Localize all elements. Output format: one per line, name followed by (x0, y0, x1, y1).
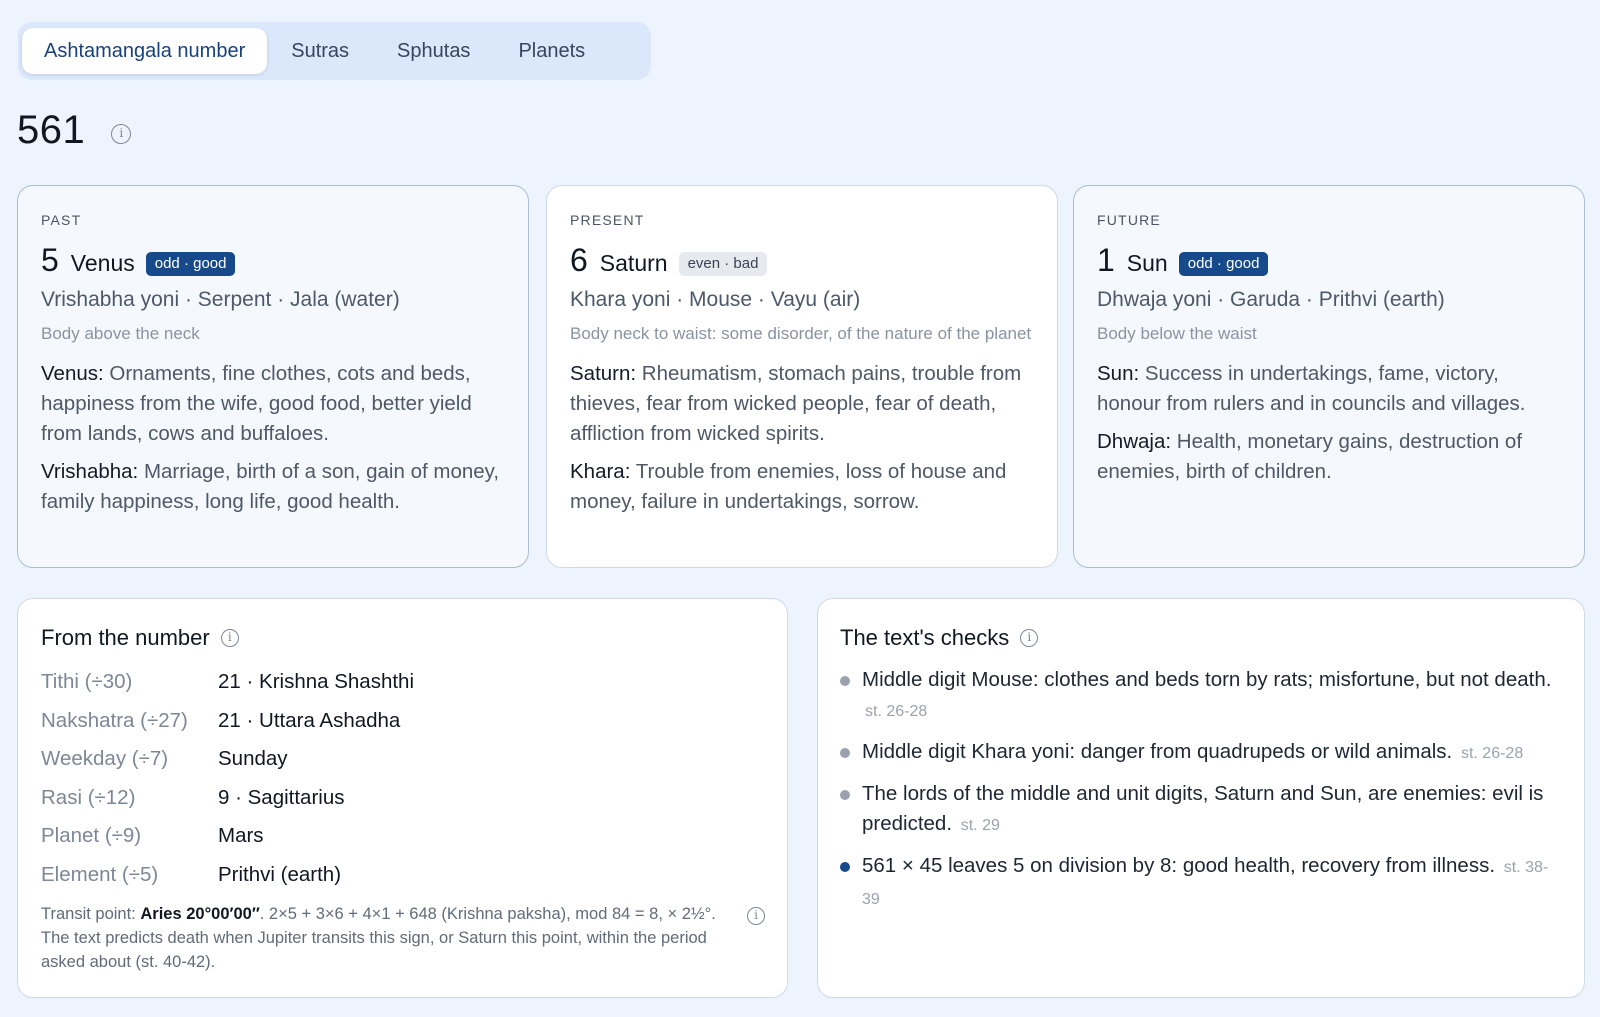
table-row: Rasi (÷12) 9 · Sagittarius (41, 779, 765, 818)
row-value: 21 · Krishna Shashthi (218, 670, 415, 694)
desc-key: Saturn: (570, 362, 637, 385)
period-label: FUTURE (1097, 212, 1161, 228)
body-line: Body neck to waist: some disorder, of th… (570, 324, 1032, 343)
body-line: Body below the waist (1097, 324, 1257, 343)
list-item: The lords of the middle and unit digits,… (840, 779, 1562, 841)
yoni-description: Khara: Trouble from enemies, loss of hou… (570, 457, 1035, 517)
bullet-dot-icon (840, 790, 850, 800)
planet-description: Venus: Ornaments, fine clothes, cots and… (41, 359, 506, 449)
bullet-dot-icon (840, 748, 850, 758)
digit: 6 (570, 242, 588, 278)
transit-text: Transit point: Aries 20°00′00″. 2×5 + 3×… (41, 902, 729, 974)
list-item: 561 × 45 leaves 5 on division by 8: good… (840, 851, 1562, 915)
number-header: 561 i (17, 108, 132, 153)
section-title-text: From the number (41, 625, 210, 650)
desc-key: Sun: (1097, 362, 1140, 385)
transit-note: Transit point: Aries 20°00′00″. 2×5 + 3×… (41, 902, 765, 974)
desc-key: Dhwaja: (1097, 430, 1172, 453)
digit: 5 (41, 242, 59, 278)
tab-planets[interactable]: Planets (494, 28, 609, 74)
tab-sphutas[interactable]: Sphutas (373, 28, 494, 74)
check-text: Middle digit Mouse: clothes and beds tor… (862, 668, 1552, 691)
list-item: Middle digit Khara yoni: danger from qua… (840, 737, 1562, 769)
info-icon[interactable]: i (747, 907, 765, 925)
planet-line: 6 Saturn even · bad (570, 242, 1035, 279)
row-value: Mars (218, 824, 264, 848)
yoni-line: Khara yoni · Mouse · Vayu (air) (570, 288, 861, 311)
transit-prefix: Transit point: (41, 905, 141, 923)
yoni-line: Dhwaja yoni · Garuda · Prithvi (earth) (1097, 288, 1445, 311)
stanza-ref: st. 26-28 (1460, 745, 1524, 762)
ashtamangala-number: 561 (17, 108, 86, 152)
section-title: The text's checks i (840, 625, 1562, 651)
desc-key: Khara: (570, 460, 631, 483)
derived-values-table: Tithi (÷30) 21 · Krishna Shashthi Nakshat… (41, 663, 765, 894)
status-badge: odd · good (145, 252, 236, 276)
row-key: Tithi (÷30) (41, 670, 133, 694)
bullet-dot-icon (840, 676, 850, 686)
future-card: FUTURE 1 Sun odd · good Dhwaja yoni · Ga… (1073, 185, 1585, 568)
planet-line: 5 Venus odd · good (41, 242, 506, 279)
section-title: From the number i (41, 625, 765, 651)
check-text: Middle digit Khara yoni: danger from qua… (862, 740, 1453, 763)
checks-card: The text's checks i Middle digit Mouse: … (817, 598, 1585, 998)
planet-name: Saturn (599, 250, 668, 276)
tab-bar: Ashtamangala number Sutras Sphutas Plane… (18, 22, 651, 80)
desc-key: Venus: (41, 362, 104, 385)
info-icon[interactable]: i (220, 629, 239, 647)
table-row: Weekday (÷7) Sunday (41, 740, 765, 779)
check-text: 561 × 45 leaves 5 on division by 8: good… (862, 854, 1496, 877)
yoni-description: Dhwaja: Health, monetary gains, destruct… (1097, 427, 1562, 487)
planet-line: 1 Sun odd · good (1097, 242, 1562, 279)
stanza-ref: st. 29 (960, 817, 1000, 834)
desc-text: Rheumatism, stomach pains, trouble from … (570, 362, 1022, 445)
status-badge: even · bad (678, 252, 768, 276)
table-row: Planet (÷9) Mars (41, 817, 765, 856)
planet-description: Saturn: Rheumatism, stomach pains, troub… (570, 359, 1035, 449)
yoni-description: Vrishabha: Marriage, birth of a son, gai… (41, 457, 506, 517)
stanza-ref: st. 26-28 (865, 703, 928, 720)
row-key: Nakshatra (÷27) (41, 708, 188, 732)
row-key: Element (÷5) (41, 862, 159, 886)
section-title-text: The text's checks (840, 625, 1010, 650)
info-icon[interactable]: i (1020, 629, 1039, 647)
present-card: PRESENT 6 Saturn even · bad Khara yoni ·… (546, 185, 1058, 568)
planet-name: Venus (70, 250, 135, 276)
period-label: PAST (41, 212, 82, 228)
table-row: Nakshatra (÷27) 21 · Uttara Ashadha (41, 702, 765, 741)
table-row: Element (÷5) Prithvi (earth) (41, 856, 765, 895)
row-key: Rasi (÷12) (41, 785, 136, 809)
row-value: 9 · Sagittarius (218, 785, 345, 809)
past-card: PAST 5 Venus odd · good Vrishabha yoni ·… (17, 185, 529, 568)
tab-sutras[interactable]: Sutras (267, 28, 373, 74)
desc-text: Ornaments, fine clothes, cots and beds, … (41, 362, 472, 445)
list-item: Middle digit Mouse: clothes and beds tor… (840, 665, 1562, 727)
from-number-card: From the number i Tithi (÷30) 21 · Krishn… (17, 598, 788, 998)
status-badge: odd · good (1178, 252, 1269, 276)
planet-name: Sun (1126, 250, 1168, 276)
checks-list: Middle digit Mouse: clothes and beds tor… (840, 665, 1562, 915)
row-value: 21 · Uttara Ashadha (218, 708, 401, 732)
transit-point: Aries 20°00′00″ (140, 905, 260, 923)
row-key: Planet (÷9) (41, 824, 142, 848)
body-line: Body above the neck (41, 324, 200, 343)
row-value: Sunday (218, 747, 288, 771)
tab-ashtamangala-number[interactable]: Ashtamangala number (22, 28, 268, 74)
info-icon[interactable]: i (111, 123, 132, 144)
desc-key: Vrishabha: (41, 460, 139, 483)
planet-description: Sun: Success in undertakings, fame, vict… (1097, 359, 1562, 419)
desc-text: Trouble from enemies, loss of house and … (570, 460, 1007, 513)
yoni-line: Vrishabha yoni · Serpent · Jala (water) (41, 288, 400, 311)
row-key: Weekday (÷7) (41, 747, 169, 771)
row-value: Prithvi (earth) (218, 862, 342, 886)
bullet-dot-icon (840, 862, 850, 872)
period-label: PRESENT (570, 212, 645, 228)
desc-text: Success in undertakings, fame, victory, … (1097, 362, 1526, 415)
digit: 1 (1097, 242, 1115, 278)
table-row: Tithi (÷30) 21 · Krishna Shashthi (41, 663, 765, 702)
